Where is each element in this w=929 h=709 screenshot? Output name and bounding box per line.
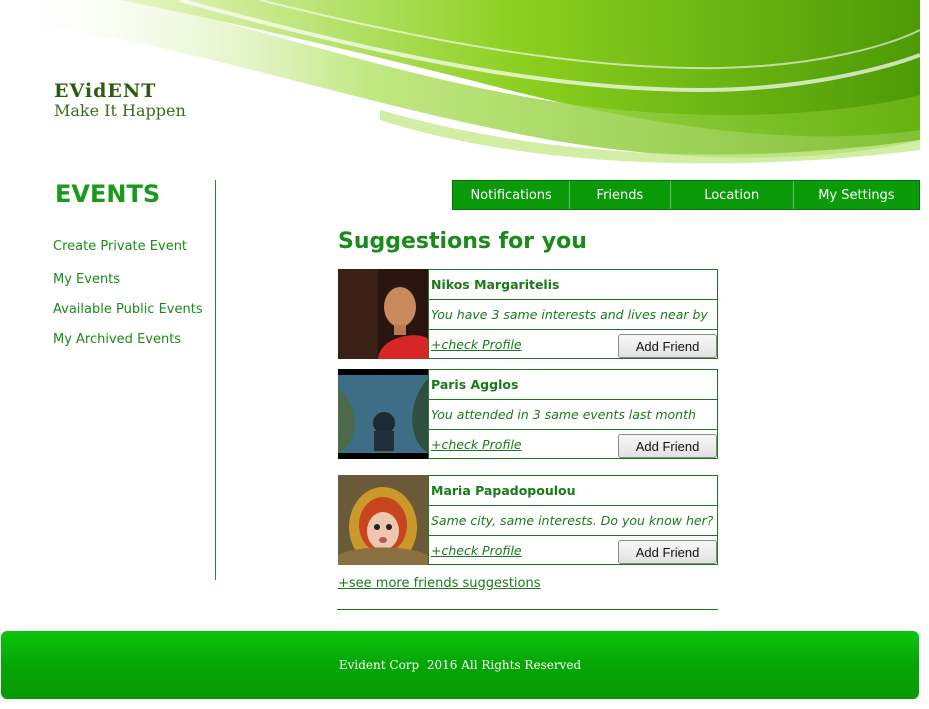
sidebar-divider [215,180,216,580]
suggestion-info: Maria Papadopoulou Same city, same inter… [428,475,718,565]
sidebar-item-create-private-event[interactable]: Create Private Event [53,239,187,254]
suggestion-name: Paris Agglos [429,370,717,400]
add-friend-button[interactable]: Add Friend [618,334,717,358]
header-banner: EVidENT Make It Happen [0,0,920,170]
top-nav: Notifications Friends Location My Settin… [452,180,920,210]
brand-logo: EVidENT Make It Happen [54,80,186,120]
suggestion-reason: Same city, same interests. Do you know h… [429,506,717,536]
sidebar-item-available-public-events[interactable]: Available Public Events [53,302,203,317]
suggestion-info: Nikos Margaritelis You have 3 same inter… [428,269,718,359]
suggestion-name: Nikos Margaritelis [429,270,717,300]
add-friend-button[interactable]: Add Friend [618,540,717,564]
suggestion-card: Maria Papadopoulou Same city, same inter… [338,475,718,565]
nav-my-settings[interactable]: My Settings [794,181,919,209]
sidebar-title: EVENTS [55,180,161,208]
check-profile-link[interactable]: +check Profile [431,337,522,352]
avatar[interactable] [338,269,428,359]
suggestion-reason: You have 3 same interests and lives near… [429,300,717,330]
footer: Evident Corp 2016 All Rights Reserved [1,631,919,699]
suggestion-info: Paris Agglos You attended in 3 same even… [428,369,718,459]
divider [337,609,718,610]
suggestion-name: Maria Papadopoulou [429,476,717,506]
nav-location[interactable]: Location [671,181,794,209]
see-more-suggestions-link[interactable]: +see more friends suggestions [338,576,541,591]
page-title: Suggestions for you [338,229,587,254]
suggestion-card: Paris Agglos You attended in 3 same even… [338,369,718,459]
footer-copyright: Evident Corp 2016 All Rights Reserved [338,658,582,672]
check-profile-link[interactable]: +check Profile [431,437,522,452]
brand-tagline: Make It Happen [54,101,186,120]
sidebar-item-my-events[interactable]: My Events [53,272,120,287]
avatar[interactable] [338,475,428,565]
suggestion-reason: You attended in 3 same events last month [429,400,717,430]
sidebar-item-my-archived-events[interactable]: My Archived Events [53,332,181,347]
avatar[interactable] [338,369,428,459]
brand-name: EVidENT [54,80,157,102]
check-profile-link[interactable]: +check Profile [431,543,522,558]
nav-friends[interactable]: Friends [570,181,671,209]
add-friend-button[interactable]: Add Friend [618,434,717,458]
suggestion-card: Nikos Margaritelis You have 3 same inter… [338,269,718,359]
nav-notifications[interactable]: Notifications [453,181,571,209]
